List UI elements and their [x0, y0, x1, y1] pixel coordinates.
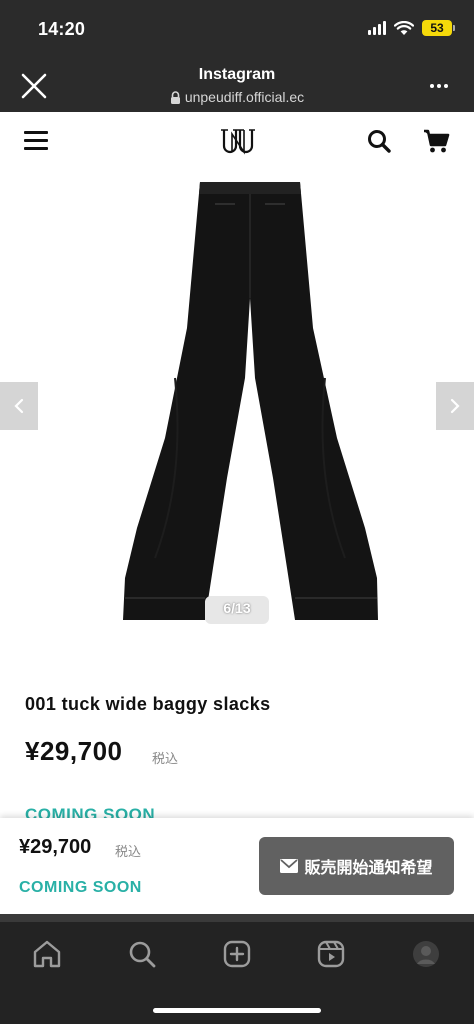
status-icons: 53 [368, 20, 455, 36]
tax-label: 税込 [152, 751, 179, 766]
gallery-counter: 6/13 [205, 596, 269, 624]
home-indicator [153, 1008, 321, 1013]
notify-button-label: 販売開始通知希望 [304, 860, 433, 877]
battery-icon: 53 [422, 20, 455, 36]
profile-icon[interactable] [410, 938, 442, 970]
status-time: 14:20 [38, 19, 86, 39]
wifi-icon [394, 20, 414, 35]
lock-icon [170, 90, 180, 104]
browser-url-text: unpeudiff.official.ec [184, 89, 305, 105]
product-title: 001 tuck wide baggy slacks [25, 694, 271, 714]
menu-icon[interactable] [24, 131, 48, 151]
web-page: 6/13 001 tuck wide baggy slacks ¥29,700 … [0, 112, 474, 914]
sticky-purchase-bar: ¥29,700 税込 COMING SOON 販売開始通知希望 [0, 818, 474, 914]
mail-icon [280, 859, 299, 873]
add-icon[interactable] [221, 938, 253, 970]
gallery-prev-button[interactable] [0, 382, 38, 430]
signal-icon [368, 21, 386, 35]
gallery-next-button[interactable] [436, 382, 474, 430]
logo[interactable] [218, 126, 258, 156]
more-icon[interactable] [430, 76, 452, 96]
sticky-price: ¥29,700 [19, 836, 92, 858]
browser-bar: Instagram unpeudiff.official.ec [0, 58, 474, 112]
chevron-left-icon [14, 398, 24, 414]
product-image [123, 182, 378, 620]
notify-restock-button[interactable]: 販売開始通知希望 [259, 837, 454, 895]
cart-icon[interactable] [422, 128, 450, 154]
status-bar: 14:20 53 [0, 0, 474, 58]
tab-bar-divider [0, 914, 474, 922]
sticky-availability-status: COMING SOON [19, 879, 142, 896]
sticky-tax-label: 税込 [115, 844, 142, 859]
browser-title: Instagram [198, 66, 276, 83]
browser-url[interactable]: unpeudiff.official.ec [0, 89, 474, 105]
home-icon[interactable] [31, 938, 63, 970]
product-gallery[interactable]: 6/13 [0, 170, 474, 640]
search-icon[interactable] [126, 938, 158, 970]
product-price: ¥29,700 [25, 736, 123, 766]
site-header [0, 112, 474, 170]
app-tab-bar [0, 914, 474, 1024]
chevron-right-icon [450, 398, 460, 414]
search-icon[interactable] [366, 128, 392, 154]
reels-icon[interactable] [315, 938, 347, 970]
